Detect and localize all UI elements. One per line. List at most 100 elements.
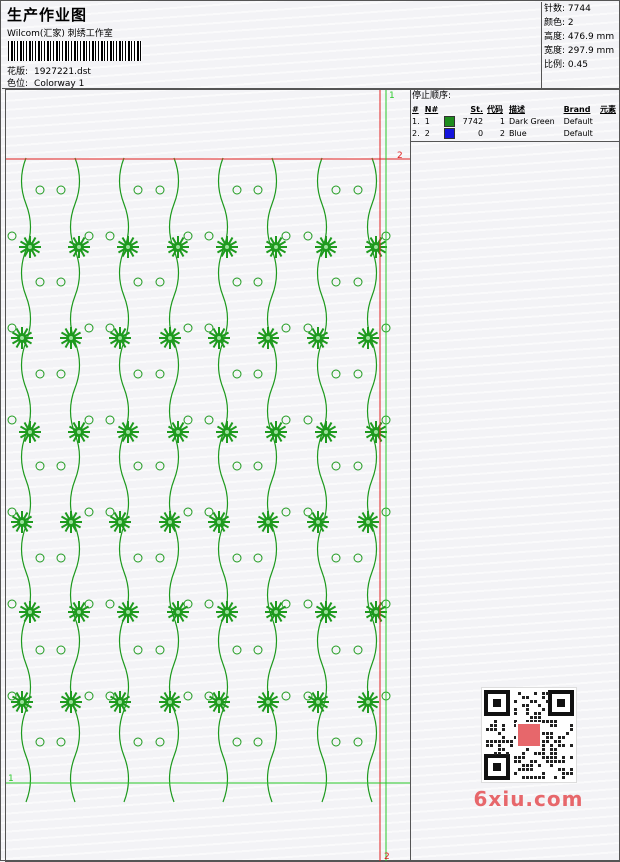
flower-motif — [216, 236, 238, 258]
vine-curl — [56, 185, 66, 195]
vine-curl — [56, 645, 66, 655]
vine-curl — [232, 277, 242, 287]
col-brand: Brand — [563, 104, 591, 114]
vine-curl — [281, 231, 291, 241]
vine-curl — [303, 323, 313, 333]
vine-curl — [133, 461, 143, 471]
vine-curl — [183, 415, 193, 425]
vine-curl — [281, 323, 291, 333]
vine-curl — [133, 369, 143, 379]
vine-curl — [331, 369, 341, 379]
vine-curl — [35, 185, 45, 195]
flower-motif — [167, 421, 189, 443]
flower-motif — [159, 327, 181, 349]
flower-motif — [357, 327, 379, 349]
sheet-title: 生产作业图 — [7, 6, 88, 24]
vine-curl — [253, 461, 263, 471]
panel-divider — [410, 141, 620, 142]
vine-curl — [56, 277, 66, 287]
vine-curl — [35, 737, 45, 747]
red-guide-label-top: 2 — [397, 151, 403, 161]
vine-curl — [232, 369, 242, 379]
flower-motif — [117, 421, 139, 443]
vine-curl — [133, 185, 143, 195]
design-stats: 针数: 7744 颜色: 2 高度: 476.9 mm 宽度: 297.9 mm… — [541, 2, 620, 89]
vine-curl — [35, 277, 45, 287]
green-guide-label-left: 1 — [8, 774, 14, 784]
col-code: 代码 — [487, 104, 504, 114]
qr-code-icon — [481, 687, 577, 783]
flower-motif — [357, 511, 379, 533]
vine-curl — [253, 645, 263, 655]
vine-curl — [155, 277, 165, 287]
vine-curl — [204, 599, 214, 609]
col-description: 描述 — [508, 104, 525, 114]
design-preview: 1 2 1 2 — [5, 89, 411, 862]
watermark-text: 6xiu.com — [473, 787, 584, 811]
flower-motif — [216, 601, 238, 623]
flower-motif — [19, 236, 41, 258]
flower-motif — [68, 421, 90, 443]
vine-curl — [331, 553, 341, 563]
vine-curl — [7, 231, 17, 241]
col-index: # — [412, 104, 419, 114]
table-row: 2. 2 0 2 Blue Default — [412, 127, 593, 139]
vine-curl — [7, 507, 17, 517]
vine-curl — [353, 461, 363, 471]
vine-curl — [35, 645, 45, 655]
flower-motif — [315, 236, 337, 258]
vine-curl — [56, 737, 66, 747]
vine-curl — [281, 415, 291, 425]
vine-curl — [155, 185, 165, 195]
color-swatch-blue — [443, 127, 455, 139]
vine-curl — [105, 415, 115, 425]
flower-motif — [60, 691, 82, 713]
studio-name: Wilcom(汇家) 刺绣工作室 — [7, 29, 113, 39]
vine-curl — [183, 323, 193, 333]
vine-curl — [133, 553, 143, 563]
vine-curl — [35, 461, 45, 471]
vine-curl — [353, 553, 363, 563]
vine-curl — [204, 507, 214, 517]
flower-motif — [159, 691, 181, 713]
vine-curl — [7, 415, 17, 425]
vine-curl — [303, 507, 313, 517]
flower-motif — [19, 421, 41, 443]
vine-curl — [84, 691, 94, 701]
vine-curl — [331, 277, 341, 287]
colorway-name: Colorway 1 — [34, 79, 85, 89]
red-guide-label-bottom: 2 — [384, 852, 390, 861]
vine-curl — [105, 507, 115, 517]
vine-curl — [204, 415, 214, 425]
flower-motif — [315, 421, 337, 443]
vine-curl — [155, 737, 165, 747]
flower-motif — [257, 511, 279, 533]
vine-curl — [84, 231, 94, 241]
vine-curl — [133, 277, 143, 287]
vine-curl — [353, 369, 363, 379]
vine-curl — [155, 645, 165, 655]
vine-curl — [56, 369, 66, 379]
col-element: 元素 — [600, 104, 617, 114]
flower-motif — [257, 327, 279, 349]
col-needle: N# — [424, 104, 439, 114]
embroidery-pattern: 1 2 1 2 — [6, 90, 410, 861]
vine-curl — [84, 415, 94, 425]
vine-curl — [155, 553, 165, 563]
vine-curl — [105, 323, 115, 333]
vine-curl — [303, 231, 313, 241]
vine-curl — [183, 231, 193, 241]
stop-sequence-label: 停止顺序: — [412, 91, 452, 101]
vine-curl — [281, 691, 291, 701]
vine-curl — [105, 231, 115, 241]
flower-motif — [117, 601, 139, 623]
table-row: 1. 1 7742 1 Dark Green Default — [412, 115, 593, 127]
vine-curl — [253, 737, 263, 747]
vine-curl — [232, 461, 242, 471]
stat-stitches: 针数: 7744 — [544, 4, 591, 14]
vine-curl — [84, 507, 94, 517]
flower-motif — [117, 236, 139, 258]
production-sheet: 生产作业图 Wilcom(汇家) 刺绣工作室 花版: 1927221.dst 色位… — [0, 0, 620, 862]
vine-curl — [56, 553, 66, 563]
vine-curl — [7, 323, 17, 333]
